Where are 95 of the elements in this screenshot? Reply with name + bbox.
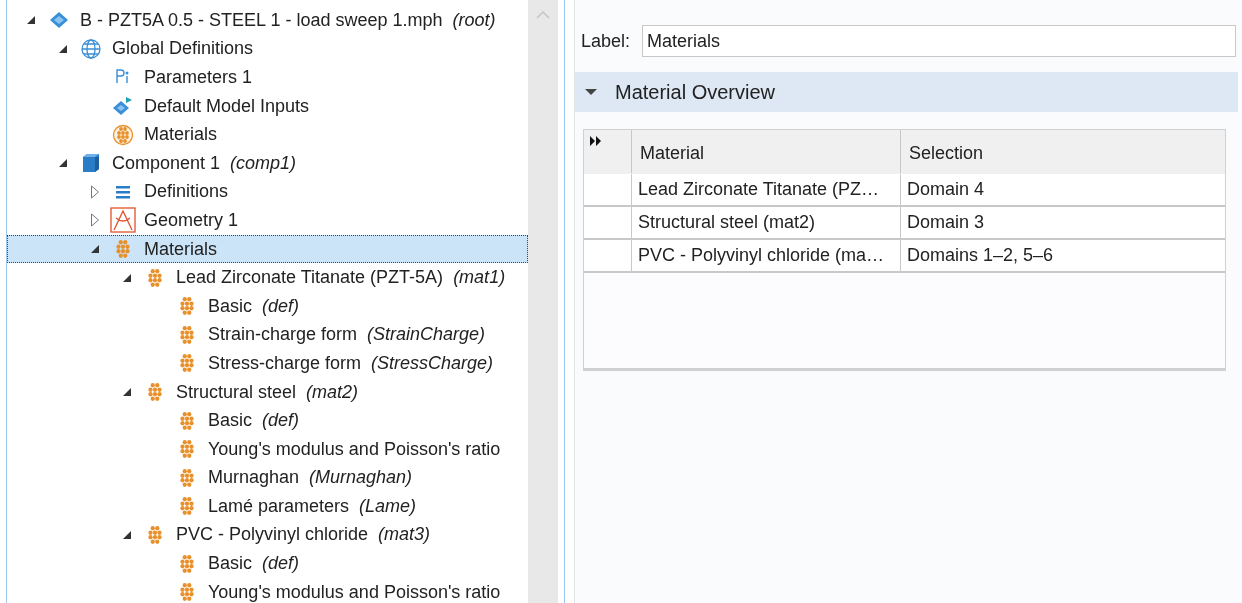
- tree-item-tag: (comp1): [230, 149, 297, 177]
- tree-item[interactable]: Lamé parameters (Lame): [7, 492, 529, 521]
- tree-item-label: B - PZT5A 0.5 - STEEL 1 - load sweep 1.mph: [80, 8, 443, 32]
- expanded-arrow-icon[interactable]: [26, 15, 36, 26]
- tree-item-label: Definitions: [144, 180, 229, 204]
- tree-item-label: Parameters 1: [144, 66, 253, 89]
- table-cell: PVC - Polyvinyl chloride (ma…: [632, 240, 901, 271]
- material-icon: [179, 297, 195, 316]
- tree-item-tag: (root): [452, 6, 496, 34]
- expanded-arrow-icon[interactable]: [122, 272, 132, 283]
- tree-item-label: Materials: [144, 237, 217, 261]
- tree-item[interactable]: Default Model Inputs: [7, 91, 529, 121]
- tree-item[interactable]: Basic (def): [7, 406, 529, 435]
- material-icon: [179, 583, 195, 602]
- tree-item-tag: (mat2): [306, 378, 359, 406]
- tree-item[interactable]: Materials: [7, 234, 529, 264]
- material-icon: [147, 526, 163, 544]
- column-header[interactable]: Material: [632, 130, 901, 173]
- expanded-caret-icon: [583, 87, 599, 97]
- expanded-arrow-icon[interactable]: [58, 43, 68, 54]
- material-icon: [179, 411, 195, 430]
- tree-item-tag: (mat1): [453, 264, 506, 292]
- material-icon: [115, 240, 131, 259]
- table-cell: Structural steel (mat2): [632, 207, 901, 238]
- tree-item-tag: (def): [262, 550, 299, 578]
- tree-item-label: Basic: [208, 409, 252, 433]
- materials-circle-icon: [112, 123, 134, 146]
- material-icon: [147, 383, 163, 401]
- tree-item-label: Component 1: [112, 151, 221, 175]
- expanded-arrow-icon[interactable]: [90, 244, 100, 255]
- material-icon: [179, 554, 195, 573]
- tree-item-label: Structural steel: [176, 380, 297, 404]
- table-cell-text: Domain 3: [906, 211, 986, 234]
- tree-item[interactable]: Young's modulus and Poisson's ratio: [7, 434, 529, 464]
- material-icon: [179, 354, 195, 373]
- tree-item-label: Lead Zirconate Titanate (PZT-5A): [176, 266, 444, 290]
- material-icon: [179, 497, 195, 516]
- tree-item[interactable]: PVC - Polyvinyl chloride (mat3): [7, 520, 529, 550]
- tree-item-label: Geometry 1: [144, 208, 239, 232]
- expand-columns-icon[interactable]: [589, 135, 603, 147]
- tree-item[interactable]: Global Definitions: [7, 34, 529, 64]
- tree-item[interactable]: Geometry 1: [7, 206, 529, 235]
- tree-item[interactable]: Parameters 1: [7, 63, 529, 92]
- expanded-arrow-icon[interactable]: [122, 387, 132, 397]
- tree-item-label: Young's modulus and Poisson's ratio: [208, 437, 501, 461]
- tree-item[interactable]: Materials: [7, 120, 529, 149]
- table-cell-text: Domains 1–2, 5–6: [906, 244, 1055, 267]
- tree-item[interactable]: Structural steel (mat2): [7, 377, 529, 407]
- tree-item-label: Young's modulus and Poisson's ratio: [208, 580, 501, 603]
- tree-item[interactable]: B - PZT5A 0.5 - STEEL 1 - load sweep 1.mph (root): [7, 6, 529, 35]
- tree-item[interactable]: Basic (def): [7, 549, 529, 578]
- material-icon: [179, 468, 195, 487]
- tree-item[interactable]: Definitions: [7, 177, 529, 207]
- tree-item[interactable]: Component 1 (comp1): [7, 148, 529, 178]
- table-cell: Lead Zirconate Titanate (PZ…: [632, 174, 901, 205]
- cube-icon: [80, 152, 102, 175]
- globe-icon: [80, 37, 102, 60]
- material-icon: [147, 268, 163, 287]
- tree-item[interactable]: Strain-charge form (StrainCharge): [7, 320, 529, 350]
- collapsed-arrow-icon[interactable]: [90, 213, 100, 228]
- tree-item-tag: (Murnaghan): [309, 464, 413, 492]
- tree-item-tag: (StressCharge): [371, 349, 494, 377]
- tree-item-label: Basic: [208, 552, 252, 576]
- scrollbar[interactable]: [528, 0, 559, 603]
- geometry-icon: [110, 207, 136, 234]
- expanded-arrow-icon[interactable]: [58, 158, 68, 169]
- tree-item-label: Materials: [144, 123, 217, 147]
- tree-item-tag: (Lame): [359, 492, 417, 520]
- tree-item-label: Global Definitions: [112, 37, 254, 61]
- tree-item-label: PVC - Polyvinyl chloride: [176, 523, 369, 547]
- tree-item[interactable]: Basic (def): [7, 291, 529, 321]
- tree-item-tag: (def): [262, 292, 299, 320]
- tree-item-tag: (def): [262, 407, 299, 435]
- tree-item-label: Default Model Inputs: [144, 94, 310, 118]
- tree-item-label: Strain-charge form: [208, 323, 358, 347]
- section-header[interactable]: Material Overview: [575, 72, 1238, 112]
- column-header[interactable]: Selection: [901, 130, 1225, 173]
- tree-item-label: Basic: [208, 294, 252, 318]
- collapsed-arrow-icon[interactable]: [90, 184, 100, 199]
- label-input-field[interactable]: Materials: [642, 25, 1236, 57]
- tree-item[interactable]: Young's modulus and Poisson's ratio: [7, 577, 529, 603]
- diamond-flag-icon: [112, 95, 134, 118]
- expanded-arrow-icon[interactable]: [122, 530, 132, 540]
- tree-item-label: Stress-charge form: [208, 351, 362, 375]
- tree-item-label: Lamé parameters: [208, 494, 350, 518]
- tree-item[interactable]: Lead Zirconate Titanate (PZT-5A) (mat1): [7, 263, 529, 292]
- tree-item-tag: (StrainCharge): [367, 321, 486, 349]
- material-icon: [179, 325, 195, 344]
- tree-item[interactable]: Stress-charge form (StressCharge): [7, 349, 529, 378]
- tree-item-tag: (mat3): [378, 521, 431, 549]
- table-cell-text: Domain 4: [906, 178, 986, 201]
- material-icon: [179, 440, 195, 459]
- tree-item[interactable]: Murnaghan (Murnaghan): [7, 463, 529, 493]
- label-caption: Label:: [581, 29, 631, 53]
- tree-item-label: Murnaghan: [208, 466, 300, 490]
